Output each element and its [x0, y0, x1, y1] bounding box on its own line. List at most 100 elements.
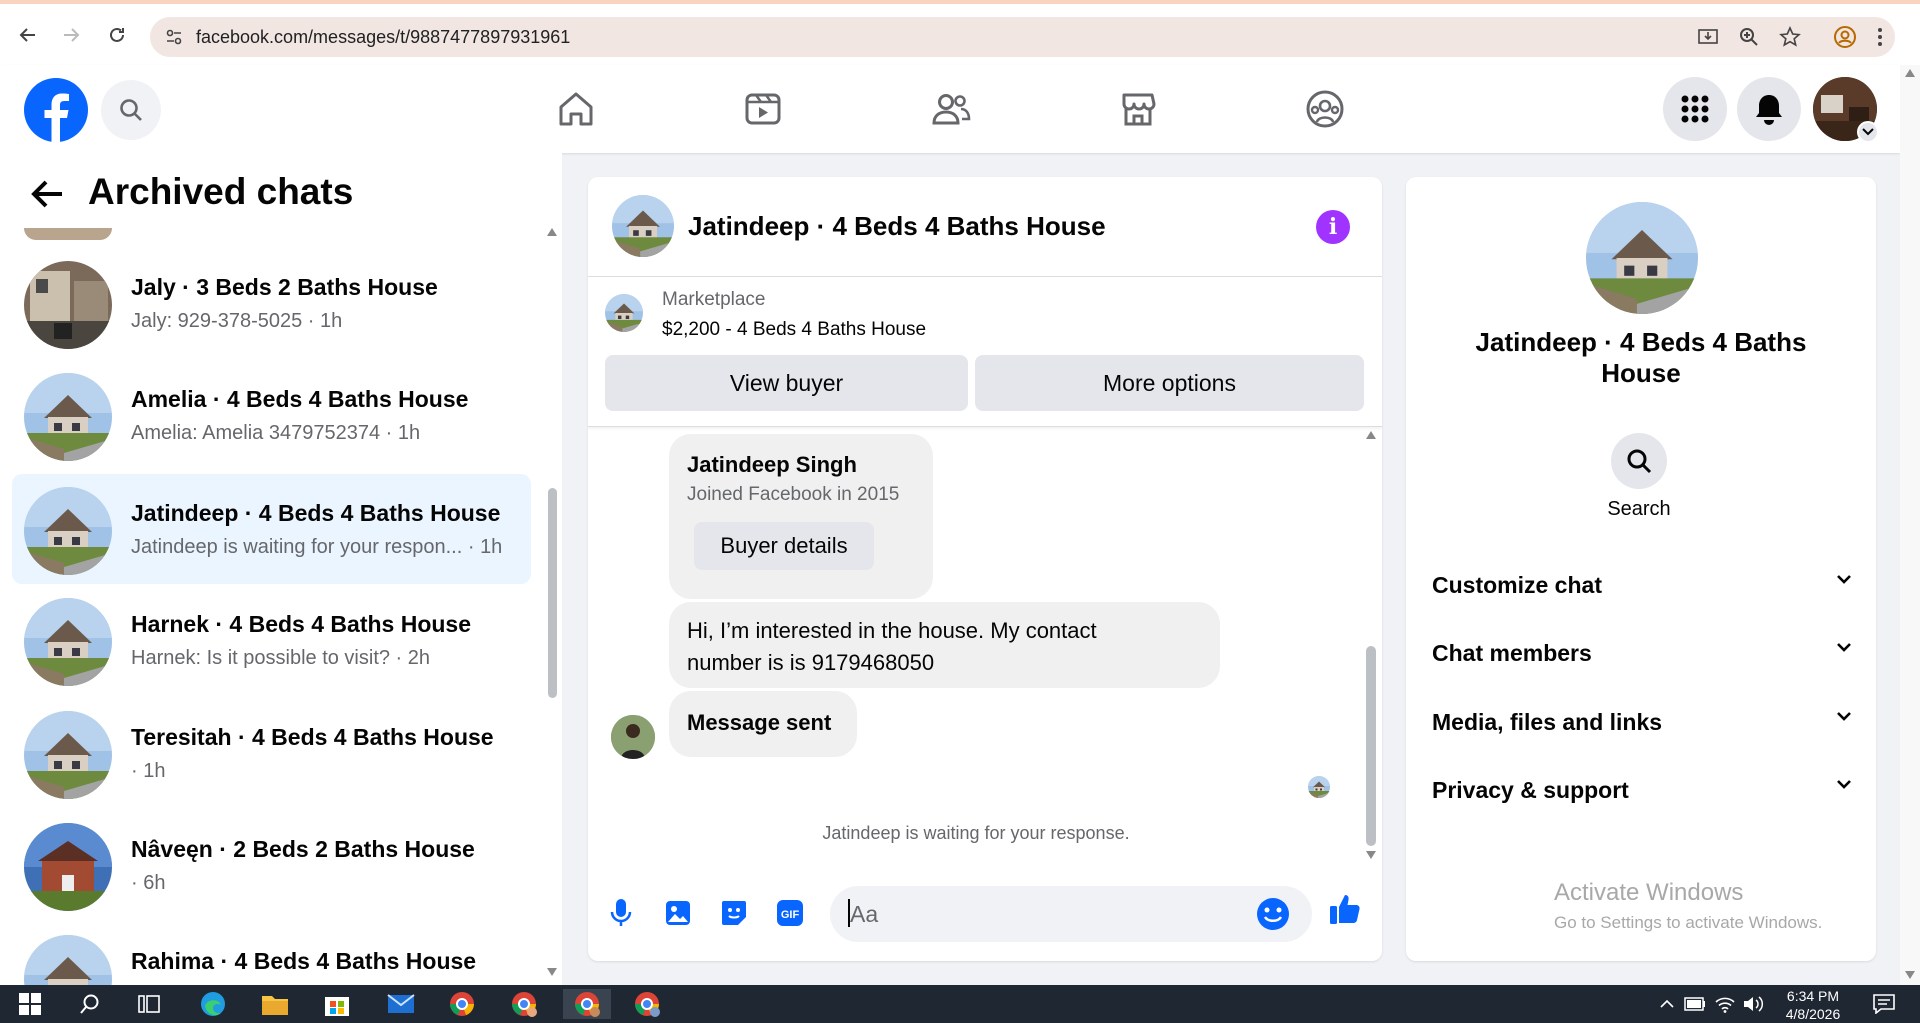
browser-toolbar: facebook.com/messages/t/9887477897931961 — [0, 0, 1920, 65]
scrollbar-thumb[interactable] — [1366, 646, 1376, 846]
bookmark-star-icon[interactable] — [1778, 25, 1802, 49]
store-icon[interactable] — [321, 989, 353, 1019]
chat-item-active[interactable]: Jatindeep · 4 Beds 4 Baths House Jatinde… — [12, 474, 531, 584]
svg-text:GIF: GIF — [781, 909, 800, 921]
marketplace-label: Marketplace — [662, 289, 766, 310]
back-icon[interactable] — [15, 22, 41, 48]
windows-watermark-title: Activate Windows — [1554, 879, 1744, 906]
volume-icon[interactable] — [1737, 989, 1769, 1019]
more-options-button[interactable]: More options — [975, 355, 1364, 411]
view-buyer-button[interactable]: View buyer — [605, 355, 968, 411]
emoji-icon[interactable] — [1256, 897, 1290, 936]
chat-name: Nâveęn · 2 Beds 2 Baths House — [131, 836, 475, 862]
media-files-links-section[interactable]: Media, files and links — [1432, 702, 1852, 742]
chat-list-scrollbar[interactable] — [545, 228, 559, 976]
customize-chat-section[interactable]: Customize chat — [1432, 565, 1852, 605]
reload-icon[interactable] — [104, 22, 130, 48]
message-composer: GIF Aa — [588, 877, 1382, 961]
microphone-icon[interactable] — [604, 896, 638, 930]
taskbar-date[interactable]: 4/8/2026 — [1768, 1006, 1858, 1023]
account-chevron-icon[interactable] — [1857, 121, 1879, 143]
conversation-avatar[interactable] — [612, 195, 674, 257]
battery-icon[interactable] — [1679, 989, 1711, 1019]
panel-title: Archived chats — [88, 171, 354, 212]
profile-icon[interactable] — [1833, 25, 1857, 49]
groups-icon[interactable] — [1301, 85, 1349, 133]
forward-icon[interactable] — [58, 22, 84, 48]
details-title-line2: House — [1601, 358, 1681, 388]
home-icon[interactable] — [552, 85, 600, 133]
facebook-logo[interactable] — [24, 78, 88, 142]
chat-preview: Amelia: Amelia 3479752374 · 1h — [131, 422, 421, 444]
chat-avatar — [24, 487, 112, 575]
message-input-placeholder: Aa — [850, 901, 879, 927]
details-avatar[interactable] — [1586, 202, 1698, 314]
message-input[interactable]: Aa — [830, 886, 1312, 942]
chevron-down-icon — [1837, 575, 1851, 584]
message-text-line1: Hi, I’m interested in the house. My cont… — [687, 618, 1097, 643]
chat-avatar — [24, 261, 112, 349]
sticker-icon[interactable] — [717, 896, 751, 930]
conversation-title[interactable]: Jatindeep · 4 Beds 4 Baths House — [688, 211, 1106, 242]
marketplace-icon[interactable] — [1114, 85, 1162, 133]
chrome-icon[interactable] — [446, 989, 478, 1019]
search-icon[interactable] — [101, 80, 161, 140]
like-thumbs-up-icon[interactable] — [1328, 892, 1362, 926]
chat-item[interactable]: Jaly · 3 Beds 2 Baths House Jaly: 929-37… — [12, 248, 531, 358]
file-explorer-icon[interactable] — [259, 989, 291, 1019]
marketplace-listing-bar: Marketplace $2,200 - 4 Beds 4 Baths Hous… — [588, 277, 1382, 427]
windows-taskbar: 6:34 PM 4/8/2026 — [0, 985, 1920, 1023]
menu-grid-icon[interactable] — [1663, 77, 1727, 141]
back-arrow-icon[interactable] — [30, 179, 64, 214]
chat-item[interactable]: Harnek · 4 Beds 4 Baths House Harnek: Is… — [12, 585, 531, 695]
chrome-profile-icon[interactable] — [508, 989, 540, 1019]
edge-browser-icon[interactable] — [197, 989, 229, 1019]
messages-scrollbar[interactable] — [1364, 431, 1378, 861]
install-app-icon[interactable] — [1696, 25, 1720, 49]
buyer-card: Jatindeep Singh Joined Facebook in 2015 … — [669, 434, 933, 599]
details-search-icon[interactable] — [1611, 433, 1667, 489]
chrome-active-icon[interactable] — [563, 989, 611, 1019]
menu-kebab-icon[interactable] — [1868, 25, 1892, 49]
message-bubble: Hi, I’m interested in the house. My cont… — [669, 602, 1220, 688]
chrome-profile2-icon[interactable] — [631, 989, 663, 1019]
taskbar-search-icon[interactable] — [74, 989, 106, 1019]
buyer-details-button[interactable]: Buyer details — [694, 522, 874, 570]
chat-avatar — [24, 373, 112, 461]
auto-message-bubble: Message sent — [669, 691, 857, 757]
sender-avatar[interactable] — [611, 715, 655, 759]
chat-item[interactable]: Amelia · 4 Beds 4 Baths House Amelia: Am… — [12, 360, 531, 470]
chat-name: Jaly · 3 Beds 2 Baths House — [131, 274, 438, 300]
task-view-icon[interactable] — [133, 989, 165, 1019]
chat-avatar — [24, 598, 112, 686]
zoom-icon[interactable] — [1737, 25, 1761, 49]
conversation-panel: Jatindeep · 4 Beds 4 Baths House i Marke… — [588, 177, 1382, 961]
photo-icon[interactable] — [661, 896, 695, 930]
notifications-bell-icon[interactable] — [1737, 77, 1801, 141]
chat-item[interactable]: Rahima · 4 Beds 4 Baths House — [12, 922, 531, 985]
chat-item[interactable]: Nâveęn · 2 Beds 2 Baths House · 6h — [12, 810, 531, 920]
listing-thumbnail — [605, 294, 643, 332]
friends-icon[interactable] — [927, 85, 975, 133]
facebook-header — [0, 65, 1900, 153]
taskbar-time[interactable]: 6:34 PM — [1768, 988, 1858, 1004]
message-text-line2: number is is 9179468050 — [687, 650, 935, 675]
chat-members-section[interactable]: Chat members — [1432, 633, 1852, 673]
gif-icon[interactable]: GIF — [773, 896, 807, 930]
windows-start-icon[interactable] — [14, 989, 46, 1019]
scrollbar-thumb[interactable] — [548, 488, 557, 698]
address-bar[interactable]: facebook.com/messages/t/9887477897931961 — [150, 17, 1895, 57]
info-icon[interactable]: i — [1316, 210, 1350, 244]
url-text[interactable]: facebook.com/messages/t/9887477897931961 — [196, 27, 570, 48]
site-info-icon[interactable] — [162, 25, 186, 49]
chat-avatar — [24, 823, 112, 911]
notification-center-icon[interactable] — [1868, 989, 1900, 1019]
chevron-down-icon — [1837, 780, 1851, 789]
page-scrollbar[interactable] — [1900, 65, 1920, 985]
listing-title[interactable]: $2,200 - 4 Beds 4 Baths House — [662, 319, 926, 341]
waiting-status: Jatindeep is waiting for your response. — [822, 823, 1130, 843]
chat-item[interactable]: Teresitah · 4 Beds 4 Baths House · 1h — [12, 698, 531, 808]
video-icon[interactable] — [739, 85, 787, 133]
privacy-support-section[interactable]: Privacy & support — [1432, 770, 1852, 810]
mail-icon[interactable] — [385, 989, 417, 1019]
